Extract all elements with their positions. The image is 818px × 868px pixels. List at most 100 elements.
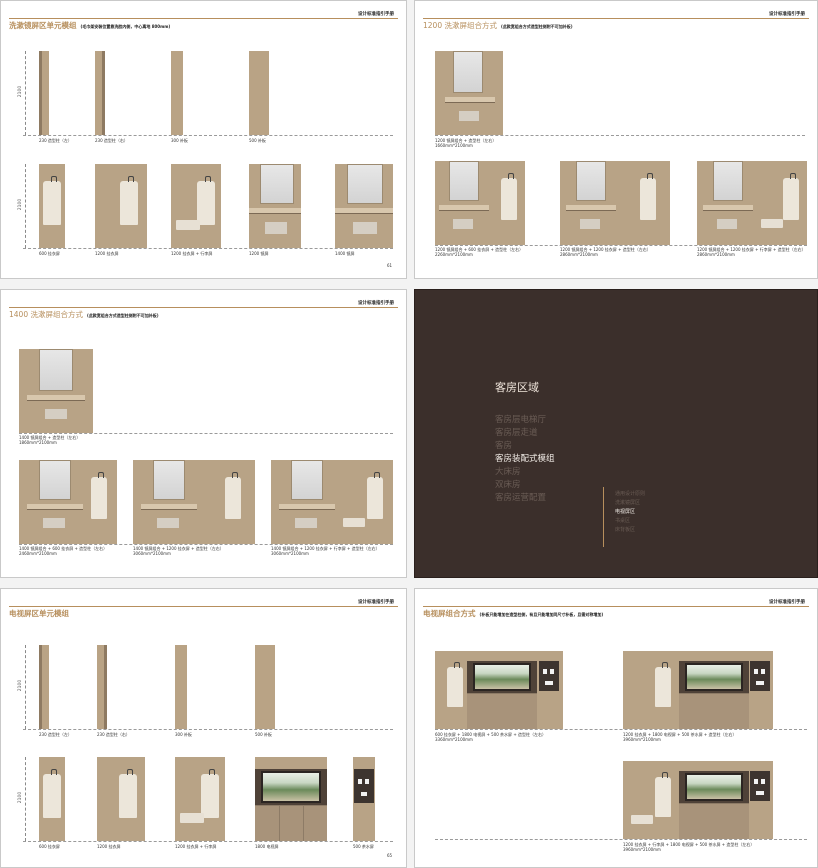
combo-size: 2860mm*2100mm — [697, 252, 735, 257]
menu-item[interactable]: 客房层走道 — [495, 426, 538, 438]
towel — [157, 518, 179, 528]
vanity-shelf — [703, 205, 753, 211]
tea-item — [754, 779, 758, 784]
dimension-label: 2100 — [18, 679, 24, 692]
tea-item — [358, 779, 362, 784]
combo-1200-mirror-600-wardrobe — [435, 161, 525, 245]
page-title: 1400 洗漱屏组合方式 (此款宽组合方式造型柱侧附不可加补板) — [9, 309, 159, 320]
tea-item — [756, 681, 764, 685]
page-note: (补板只能增加在造型柱侧，有且只能增加同尺寸补板，且需对称增加) — [479, 612, 604, 617]
unit-caption: 500 补板 — [255, 732, 272, 737]
unit-column-right-edge — [102, 51, 105, 135]
cabinet-divider — [303, 805, 304, 841]
brand-label: 设计标准指引手册 — [358, 12, 394, 17]
module-1200-wardrobe-luggage — [175, 757, 225, 841]
manual-spread: 设计标准指引手册 洗漱镜屏区单元模组 (毛巾架安装位置靠洗脸内侧，中心离地 800… — [0, 0, 818, 868]
tea-item — [550, 669, 554, 674]
submenu-item[interactable]: 洗漱镜屏区 — [615, 499, 640, 506]
menu-item[interactable]: 客房层电梯厅 — [495, 413, 546, 425]
combo-caption: 1200 镜屏组合 + 造型柱（左右） 1660mm*2100mm — [435, 138, 496, 148]
menu-item-active[interactable]: 客房装配式模组 — [495, 452, 555, 464]
submenu-item-active[interactable]: 电视屏区 — [615, 508, 635, 515]
baseline — [435, 839, 807, 840]
page-section-divider: 客房区域 客房层电梯厅 客房层走道 客房 客房装配式模组 大床房 双床房 客房运… — [414, 289, 818, 578]
tea-item — [545, 681, 553, 685]
mirror — [153, 460, 185, 500]
unit-caption: 230 造型柱（左） — [39, 732, 72, 737]
unit-caption: 230 造型柱（左） — [39, 138, 72, 143]
robe — [640, 173, 656, 220]
mirror — [260, 164, 294, 204]
tea-niche — [750, 661, 770, 691]
vanity-shelf — [445, 97, 495, 103]
module-1200-wardrobe — [97, 757, 145, 841]
vanity-shelf — [27, 504, 83, 510]
robe — [783, 173, 799, 220]
page-title-text: 电视屏组合方式 — [423, 609, 476, 618]
submenu-item[interactable]: 书桌区 — [615, 517, 630, 524]
towel — [459, 111, 479, 121]
towel — [717, 219, 737, 229]
robe — [367, 472, 383, 519]
submenu-item[interactable]: 床背板区 — [615, 526, 635, 533]
page-title-text: 洗漱镜屏区单元模组 — [9, 21, 77, 30]
baseline — [435, 135, 805, 136]
combo-caption: 1400 镜屏组合 + 600 挂衣屏 + 造型柱（左右） 2460mm*2100… — [19, 546, 107, 556]
dimension-line — [25, 51, 26, 135]
combo-1200-mirror-1200-wardrobe — [560, 161, 670, 245]
baseline — [19, 544, 393, 545]
mirror — [453, 51, 483, 93]
title-rule — [423, 18, 809, 19]
dimension-line — [25, 757, 26, 841]
unit-caption: 230 造型柱（右） — [95, 138, 128, 143]
combo-1400-mirror-600-wardrobe — [19, 460, 117, 544]
combo-size: 3960mm*2100mm — [623, 847, 661, 852]
combo-600-wardrobe-tv-tea — [435, 651, 563, 729]
luggage-bench — [631, 815, 653, 824]
submenu-item[interactable]: 通用设计原则 — [615, 490, 645, 497]
robe — [655, 662, 671, 707]
combo-size: 3060mm*2100mm — [271, 551, 309, 556]
unit-caption: 500 补板 — [249, 138, 266, 143]
module-1200-wardrobe-luggage — [171, 164, 221, 248]
vanity-shelf — [439, 205, 489, 211]
unit-caption: 500 茶水屏 — [353, 844, 374, 849]
combo-size: 3360mm*2100mm — [435, 737, 473, 742]
robe — [655, 772, 671, 817]
tea-item — [361, 792, 367, 796]
tv-cabinet — [679, 803, 749, 839]
page-title-text: 1200 洗漱屏组合方式 — [423, 21, 497, 30]
mirror — [576, 161, 606, 201]
towel — [353, 222, 377, 234]
module-1400-mirror — [335, 164, 393, 248]
unit-caption: 1200 挂衣屏 + 行李屏 — [175, 844, 217, 849]
menu-item[interactable]: 客房运营配置 — [495, 491, 546, 503]
module-1200-mirror — [249, 164, 301, 248]
page-note: (此款宽组合方式造型柱侧附不可加补板) — [86, 313, 159, 318]
tea-niche — [354, 769, 374, 803]
unit-caption: 1800 电视屏 — [255, 844, 279, 849]
page-title: 电视屏区单元模组 — [9, 608, 69, 619]
combo-caption: 1200 挂衣屏 + 1800 电视屏 + 500 茶水屏 + 造型柱（左右） 3… — [623, 732, 737, 742]
combo-1200-mirror-1200-wardrobe-luggage — [697, 161, 807, 245]
page-title-text: 电视屏区单元模组 — [9, 609, 69, 618]
tea-item — [754, 669, 758, 674]
page-tv-units: 设计标准指引手册 电视屏区单元模组 2100 230 造型柱（左） 230 造型… — [0, 588, 407, 868]
page-tv-combos: 设计标准指引手册 电视屏组合方式 (补板只能增加在造型柱侧，有且只能增加同尺寸补板… — [414, 588, 818, 868]
unit-filler-500 — [255, 645, 275, 729]
menu-item[interactable]: 客房 — [495, 439, 512, 451]
page-note: (此款宽组合方式造型柱侧附不可加补板) — [500, 24, 573, 29]
baseline — [23, 248, 393, 249]
mirror — [713, 161, 743, 201]
robe — [43, 176, 61, 225]
menu-item[interactable]: 大床房 — [495, 465, 521, 477]
cabinet-divider — [279, 805, 280, 841]
towel — [45, 409, 67, 419]
luggage-bench — [343, 518, 365, 527]
tea-niche — [539, 661, 559, 691]
dimension-label: 2100 — [18, 791, 24, 804]
menu-item[interactable]: 双床房 — [495, 478, 521, 490]
page-title: 1200 洗漱屏组合方式 (此款宽组合方式造型柱侧附不可加补板) — [423, 20, 573, 31]
combo-size: 3960mm*2100mm — [623, 737, 661, 742]
unit-caption: 1400 镜屏 — [335, 251, 355, 256]
